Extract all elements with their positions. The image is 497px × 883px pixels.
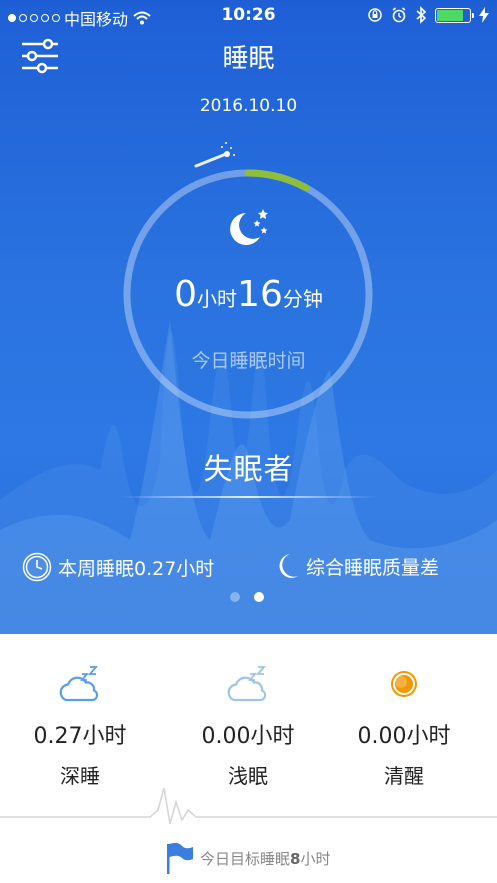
sleep-target-prefix: 今日目标睡眠 [200,849,291,868]
stat-light-sleep: 0.00小时 浅眠 [168,634,328,789]
sleep-hours-value: 0 [174,274,198,315]
cloud-zzz-light-icon [227,666,267,702]
shooting-star-icon [194,142,235,168]
clock-icon [22,552,52,582]
sleeper-type: 失眠者 [203,452,294,486]
awake-value: 0.00小时 [357,724,451,749]
sleep-minutes-unit: 分钟 [282,287,323,311]
page-dot[interactable] [230,592,240,602]
page-dot-active[interactable] [254,592,264,602]
week-sleep-summary: 本周睡眠0.27小时 [22,552,214,582]
sleeper-type-divider [120,496,377,498]
light-sleep-value: 0.00小时 [201,724,295,749]
week-sleep-text: 本周睡眠0.27小时 [58,557,215,580]
page-indicator[interactable] [230,592,264,602]
cloud-zzz-icon [59,666,99,702]
moon-stars-icon [230,209,268,245]
stat-awake: 0.00小时 清醒 [324,634,484,789]
sleep-hours-unit: 小时 [197,287,238,311]
sleep-quality-summary: 综合睡眠质量差 [274,552,439,580]
sleep-minutes-value: 16 [237,274,283,315]
sleep-duration: 0小时16分钟 [0,274,497,315]
heartbeat-line [0,787,497,825]
sleep-quality-text: 综合睡眠质量差 [306,556,440,579]
deep-sleep-value: 0.27小时 [33,724,127,749]
sleep-duration-label: 今日睡眠时间 [191,350,306,372]
sleep-progress-ring [123,142,373,419]
awake-circle-icon [391,671,417,697]
stat-deep-sleep: 0.27小时 深睡 [0,634,160,789]
moon-icon [279,554,298,578]
sleep-hero-panel: 中国移动 10:26 睡眠 2016.10.10 0小时16分钟 今日睡眠时间 … [0,0,497,634]
sleep-target[interactable]: 今日目标睡眠8小时 [166,842,330,874]
flag-icon [167,842,193,874]
sleep-stats: 0.27小时 深睡 0.00小时 浅眠 0.00小时 清醒 [0,634,497,794]
sleep-target-value: 8 [290,849,301,868]
sleep-target-suffix: 小时 [300,849,331,868]
